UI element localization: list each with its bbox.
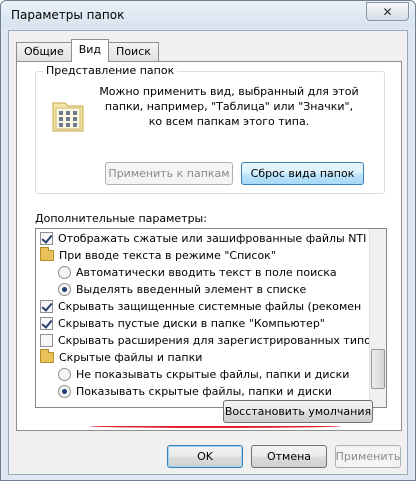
- checkbox[interactable]: [40, 232, 53, 245]
- list-item-label: Отображать сжатые или зашифрованные файл…: [58, 232, 367, 245]
- list-item: Скрытые файлы и папки: [40, 349, 202, 366]
- list-item[interactable]: Скрывать расширения для зарегистрированн…: [40, 332, 371, 349]
- radio-button[interactable]: [58, 266, 71, 279]
- list-item[interactable]: Показывать скрытые файлы, папки и диски: [58, 383, 332, 400]
- folder-options-dialog: Параметры папок ✕ Общие Вид Поиск Предст…: [0, 0, 416, 481]
- list-item[interactable]: Не показывать скрытые файлы, папки и дис…: [58, 366, 349, 383]
- scrollbar-thumb[interactable]: [371, 349, 385, 389]
- restore-defaults-button[interactable]: Восстановить умолчания: [223, 400, 373, 423]
- advanced-settings-label: Дополнительные параметры:: [35, 212, 207, 225]
- advanced-settings-list[interactable]: Отображать сжатые или зашифрованные файл…: [35, 228, 387, 408]
- list-item-label: Не показывать скрытые файлы, папки и дис…: [76, 368, 350, 381]
- close-icon: ✕: [382, 4, 393, 19]
- folder-icon: [40, 247, 54, 261]
- list-item[interactable]: Отображать сжатые или зашифрованные файл…: [40, 230, 366, 247]
- list-item-label: Выделять введенный элемент в списке: [76, 283, 307, 296]
- reset-folders-button[interactable]: Сброс вида папок: [241, 162, 364, 185]
- list-item[interactable]: Выделять введенный элемент в списке: [58, 281, 306, 298]
- window-title: Параметры папок: [11, 8, 125, 22]
- list-item[interactable]: Скрывать пустые диски в папке "Компьютер…: [40, 315, 325, 332]
- list-item-label: Скрывать расширения для зарегистрированн…: [58, 334, 371, 347]
- apply-to-folders-button[interactable]: Применить к папкам: [105, 162, 233, 185]
- list-item: При вводе текста в режиме "Список": [40, 247, 276, 264]
- tab-strip: Общие Вид Поиск: [16, 39, 159, 62]
- tab-view[interactable]: Вид: [70, 39, 110, 62]
- list-item-label: Скрытые файлы и папки: [59, 351, 203, 364]
- list-scrollbar[interactable]: [369, 229, 386, 407]
- folder-view-group-label: Представление папок: [43, 64, 178, 77]
- highlight-underline: [89, 424, 341, 428]
- checkbox[interactable]: [40, 300, 53, 313]
- folder-icon: [40, 349, 54, 363]
- folder-view-icon: [52, 102, 84, 132]
- dialog-body: Общие Вид Поиск Представление папок Можн…: [8, 30, 408, 475]
- title-bar[interactable]: Параметры папок ✕: [1, 1, 415, 29]
- checkbox[interactable]: [40, 334, 53, 347]
- list-item-label: Скрывать пустые диски в папке "Компьютер…: [58, 317, 325, 330]
- apply-button[interactable]: Применить: [335, 445, 401, 468]
- cancel-button[interactable]: Отмена: [251, 445, 327, 468]
- list-item-label: При вводе текста в режиме "Список": [59, 249, 276, 262]
- ok-button[interactable]: OK: [167, 445, 243, 468]
- list-item[interactable]: Скрывать защищенные системные файлы (рек…: [40, 298, 361, 315]
- tab-page-view: Представление папок Можно применить вид,…: [16, 61, 402, 431]
- list-item-label: Скрывать защищенные системные файлы (рек…: [58, 300, 362, 313]
- tab-general[interactable]: Общие: [16, 42, 72, 61]
- close-button[interactable]: ✕: [366, 2, 409, 21]
- checkbox[interactable]: [40, 317, 53, 330]
- radio-button[interactable]: [58, 368, 71, 381]
- folder-view-description: Можно применить вид, выбранный для этой …: [99, 85, 359, 128]
- radio-button[interactable]: [58, 283, 71, 296]
- list-item-label: Автоматически вводить текст в поле поиск…: [76, 266, 337, 279]
- tab-search[interactable]: Поиск: [108, 42, 159, 61]
- list-item[interactable]: Автоматически вводить текст в поле поиск…: [58, 264, 337, 281]
- list-item-label: Показывать скрытые файлы, папки и диски: [76, 385, 332, 398]
- radio-button[interactable]: [58, 385, 71, 398]
